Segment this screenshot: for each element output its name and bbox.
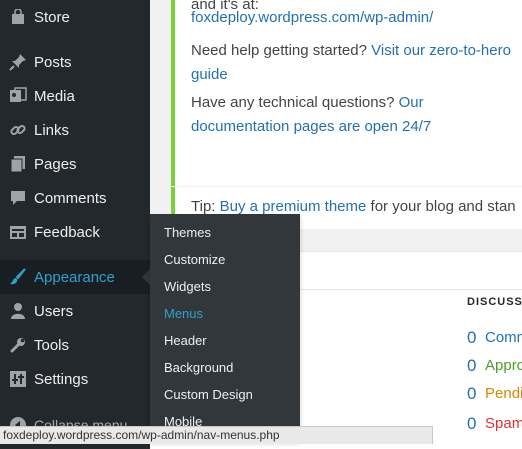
- sidebar-item-label: Posts: [34, 53, 72, 71]
- link-icon: [8, 120, 28, 140]
- comments-count[interactable]: 0: [467, 328, 476, 348]
- submenu-item-header[interactable]: Header: [164, 333, 207, 348]
- submenu-item-widgets[interactable]: Widgets: [164, 279, 211, 294]
- submenu-item-custom-design[interactable]: Custom Design: [164, 387, 253, 402]
- sidebar-item-label: Settings: [34, 370, 89, 388]
- comments-label[interactable]: Comm: [485, 329, 522, 346]
- spam-count[interactable]: 0: [467, 414, 476, 434]
- submenu-item-themes[interactable]: Themes: [164, 225, 211, 240]
- help-text: Need help getting started?: [191, 42, 367, 59]
- user-icon: [8, 301, 28, 321]
- sidebar-item-label: Store: [34, 8, 70, 26]
- pin-icon: [8, 52, 28, 72]
- sidebar-item-label: Links: [34, 121, 70, 139]
- submenu-item-menus[interactable]: Menus: [164, 306, 203, 321]
- sidebar-item-label: Users: [34, 302, 74, 320]
- spam-label[interactable]: Spam: [485, 415, 522, 432]
- wrench-icon: [8, 335, 28, 355]
- comment-icon: [8, 188, 28, 208]
- sidebar-item-label: Pages: [34, 155, 77, 173]
- sidebar-item-feedback[interactable]: Feedback: [0, 215, 150, 249]
- premium-theme-link[interactable]: Buy a premium theme: [220, 198, 367, 215]
- tech-question-text: Have any technical questions?: [191, 94, 395, 111]
- store-icon: [8, 7, 28, 27]
- sidebar-item-users[interactable]: Users: [0, 294, 150, 328]
- media-icon: [8, 86, 28, 106]
- brush-icon: [8, 267, 28, 287]
- approved-label[interactable]: Appro: [485, 357, 522, 374]
- sidebar-item-label: Media: [34, 87, 75, 105]
- approved-count[interactable]: 0: [467, 356, 476, 376]
- sidebar-item-label: Feedback: [34, 223, 100, 241]
- pages-icon: [8, 154, 28, 174]
- sidebar-item-posts[interactable]: Posts: [0, 45, 150, 79]
- appearance-submenu: Themes Customize Widgets Menus Header Ba…: [150, 214, 300, 440]
- tip-prefix: Tip:: [191, 198, 216, 215]
- sidebar-item-comments[interactable]: Comments: [0, 181, 150, 215]
- sidebar-item-store[interactable]: Store: [0, 0, 150, 34]
- feedback-icon: [8, 222, 28, 242]
- settings-icon: [8, 369, 28, 389]
- admin-url-link[interactable]: foxdeploy.wordpress.com/wp-admin/: [191, 9, 433, 26]
- sidebar-item-label: Appearance: [34, 268, 115, 286]
- admin-sidebar: Store Posts Media Links Pages Comments F…: [0, 0, 150, 449]
- tip-suffix: for your blog and stan: [370, 198, 516, 215]
- discussion-heading: DISCUSSI: [467, 296, 522, 308]
- sidebar-item-tools[interactable]: Tools: [0, 328, 150, 362]
- sidebar-item-label: Tools: [34, 336, 70, 354]
- status-bar-url: foxdeploy.wordpress.com/wp-admin/nav-men…: [0, 426, 433, 444]
- pending-label[interactable]: Pendi: [485, 385, 522, 402]
- sidebar-item-media[interactable]: Media: [0, 79, 150, 113]
- sidebar-item-appearance[interactable]: Appearance: [0, 260, 150, 294]
- pending-count[interactable]: 0: [467, 384, 476, 404]
- submenu-item-background[interactable]: Background: [164, 360, 233, 375]
- sidebar-item-label: Comments: [34, 189, 107, 207]
- welcome-notice: and it's at: foxdeploy.wordpress.com/wp-…: [171, 0, 522, 186]
- submenu-item-customize[interactable]: Customize: [164, 252, 225, 267]
- sidebar-item-links[interactable]: Links: [0, 113, 150, 147]
- sidebar-item-settings[interactable]: Settings: [0, 362, 150, 396]
- sidebar-item-pages[interactable]: Pages: [0, 147, 150, 181]
